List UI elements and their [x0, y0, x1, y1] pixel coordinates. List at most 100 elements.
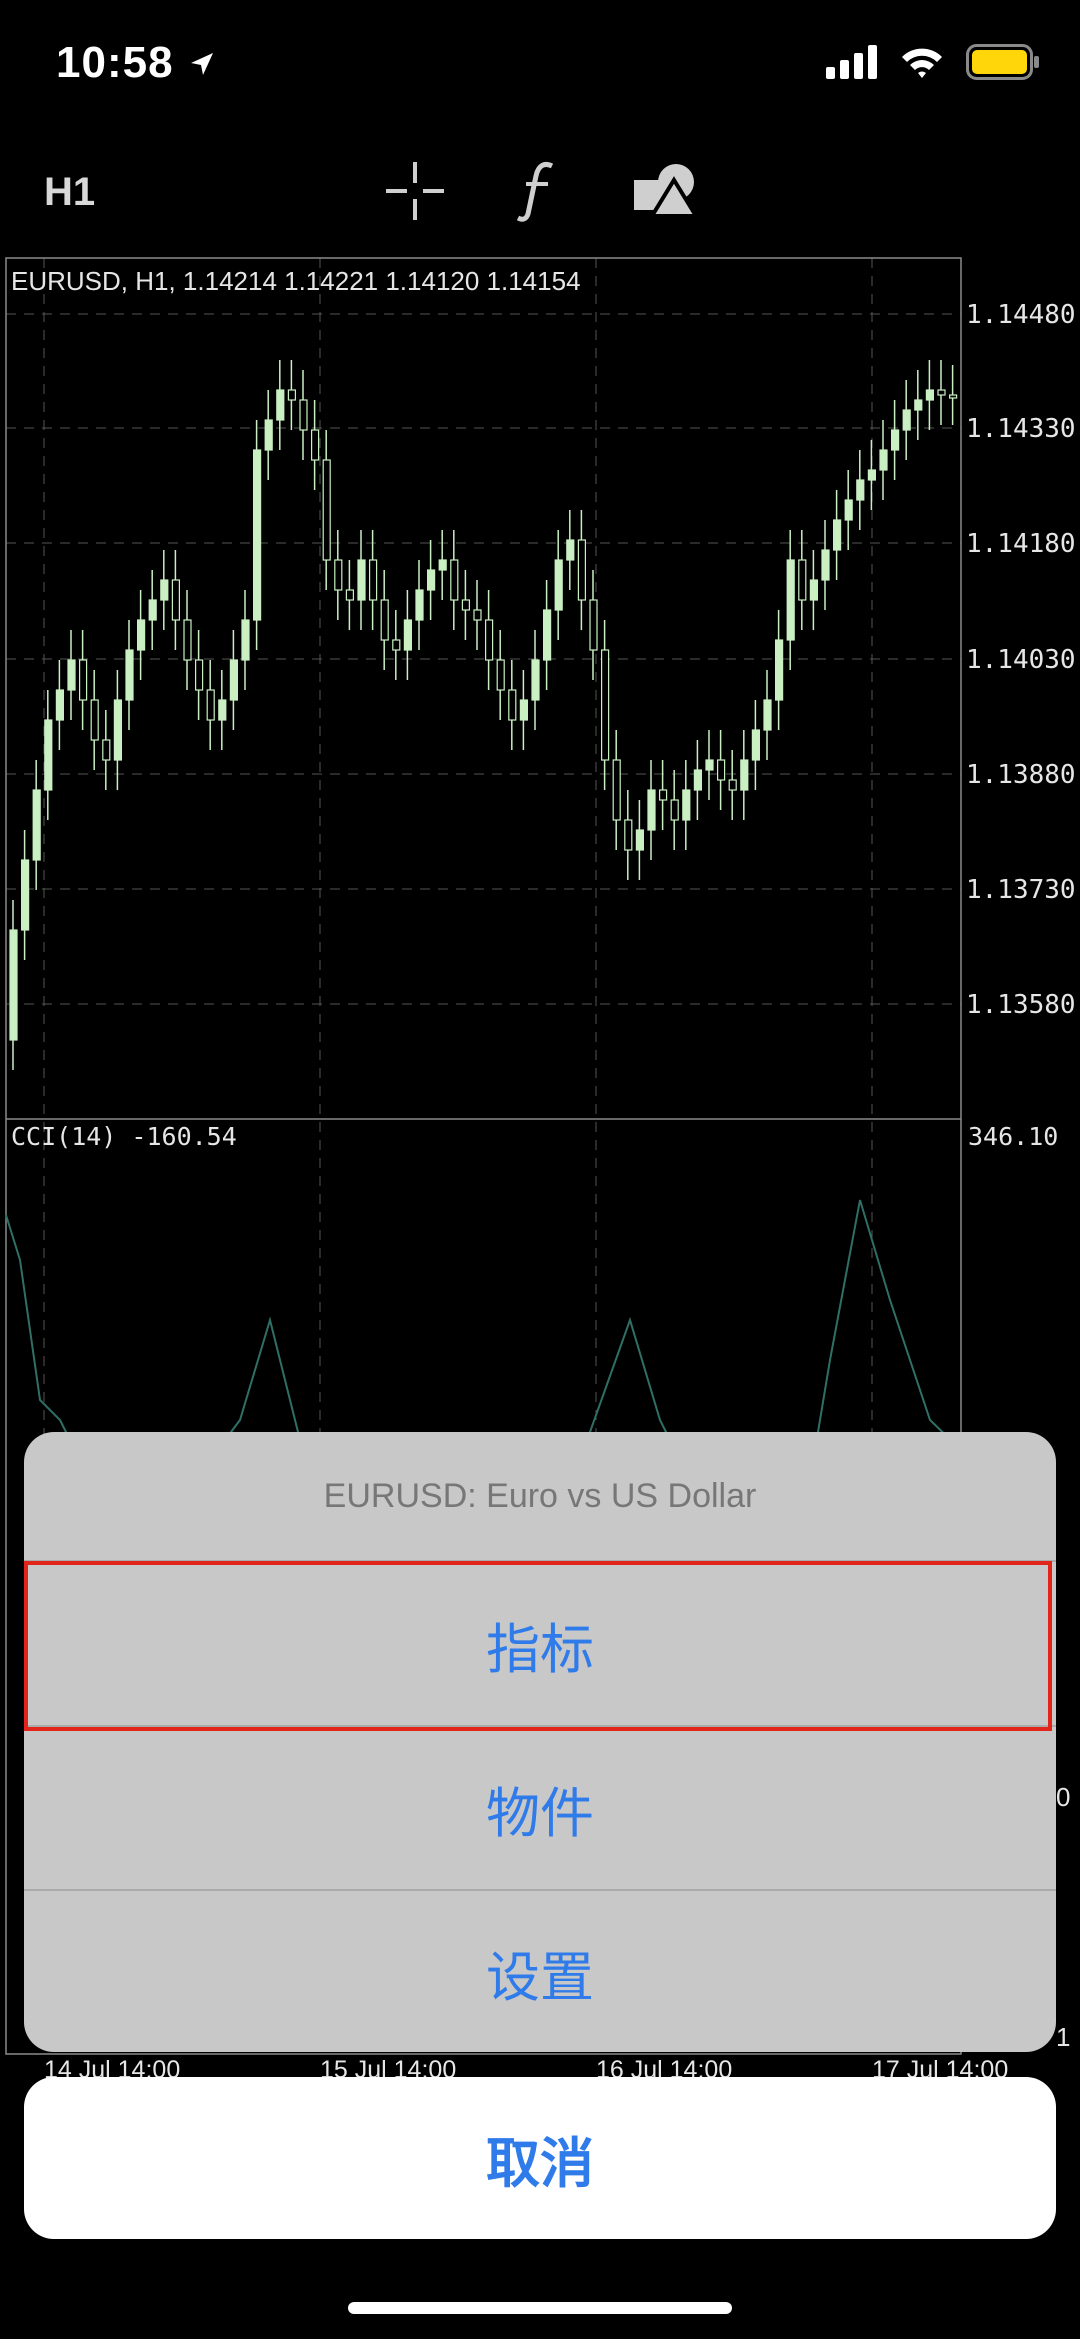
- candle-body: [125, 649, 134, 701]
- price-label: 1.13730: [966, 875, 1076, 905]
- candle-body: [160, 579, 169, 601]
- candle-body: [890, 429, 900, 451]
- candle-body: [171, 579, 180, 621]
- candle-body: [925, 389, 935, 401]
- candle-body: [612, 759, 621, 821]
- candle-body: [485, 619, 494, 661]
- candle-body: [751, 729, 761, 761]
- candle-body: [670, 799, 679, 821]
- candle-body: [137, 619, 146, 651]
- candle-body: [473, 609, 482, 621]
- candle-body: [206, 689, 215, 721]
- candle-body: [856, 479, 865, 501]
- candle-body: [809, 579, 819, 601]
- candle-body: [9, 929, 18, 1041]
- candle-body: [55, 689, 65, 721]
- status-time: 10:58: [56, 38, 217, 88]
- function-icon[interactable]: [514, 160, 560, 222]
- wifi-icon: [902, 48, 942, 78]
- candle-body: [450, 559, 459, 601]
- candle-body: [937, 389, 946, 396]
- candle-body: [821, 549, 830, 581]
- candle-body: [531, 659, 540, 701]
- candle-body: [380, 599, 389, 641]
- candle-body: [438, 559, 447, 571]
- candle-body: [90, 699, 99, 741]
- home-indicator: [348, 2302, 732, 2314]
- candle-body: [253, 449, 262, 621]
- candle-body: [542, 609, 552, 661]
- status-icons: [826, 44, 1040, 80]
- cci-max-label: 346.10: [968, 1122, 1059, 1151]
- candle-body: [102, 739, 111, 761]
- candle-body: [241, 619, 250, 661]
- candle-body: [496, 659, 505, 691]
- battery-icon: [966, 44, 1039, 80]
- action-sheet-title: EURUSD: Euro vs US Dollar: [323, 1476, 757, 1515]
- candle-body: [647, 789, 656, 831]
- candle-body: [716, 759, 726, 781]
- candle-body: [566, 539, 575, 561]
- candle-body: [287, 389, 296, 401]
- candle-body: [832, 519, 842, 551]
- candle-body: [844, 499, 853, 521]
- candle-body: [415, 589, 424, 621]
- objects-icon[interactable]: [632, 160, 698, 222]
- candle-body: [867, 469, 877, 481]
- timeframe-button[interactable]: H1: [44, 170, 95, 215]
- candle-body: [948, 394, 958, 399]
- candle-body: [554, 559, 563, 611]
- candle-body: [369, 559, 378, 601]
- objects-option[interactable]: 物件: [24, 1727, 1056, 1889]
- candle-body: [148, 599, 157, 621]
- candle-body: [183, 619, 192, 661]
- candle-body: [519, 699, 529, 721]
- candle-body: [600, 649, 610, 761]
- candle-body: [763, 699, 772, 731]
- signal-icon: [826, 45, 877, 79]
- candle-body: [786, 559, 795, 641]
- candle-body: [589, 599, 598, 651]
- price-label: 1.14030: [966, 645, 1076, 675]
- candle-body: [264, 419, 273, 451]
- candle-body: [218, 699, 227, 721]
- candle-body: [113, 699, 123, 761]
- candle-body: [229, 659, 238, 701]
- candle-body: [21, 859, 30, 931]
- candle-body: [427, 569, 436, 591]
- candle-body: [67, 659, 76, 691]
- candle-body: [774, 639, 784, 701]
- candles: [9, 360, 958, 1070]
- cancel-button[interactable]: 取消: [24, 2077, 1056, 2239]
- candle-body: [879, 449, 888, 471]
- price-label: 1.14330: [966, 414, 1076, 444]
- candle-body: [403, 619, 412, 651]
- candle-body: [322, 459, 331, 561]
- candle-body: [392, 639, 401, 651]
- candle-body: [345, 589, 354, 601]
- chart-toolbar: H1: [0, 130, 1080, 252]
- candle-body: [728, 779, 737, 791]
- price-label: 1.14180: [966, 529, 1076, 559]
- action-sheet: EURUSD: Euro vs US Dollar 指标 物件 设置: [24, 1432, 1056, 2052]
- candle-body: [624, 819, 633, 851]
- price-label: 1.14480: [966, 300, 1076, 330]
- candle-body: [299, 399, 308, 431]
- candle-body: [635, 829, 645, 851]
- candle-body: [577, 539, 587, 601]
- candle-body: [705, 759, 714, 771]
- price-label: 1.13880: [966, 760, 1076, 790]
- candle-body: [311, 429, 320, 461]
- crosshair-icon[interactable]: [384, 160, 446, 222]
- candle-body: [658, 789, 668, 801]
- cci-indicator-info: CCI(14) -160.54: [11, 1122, 237, 1151]
- candle-body: [682, 789, 691, 821]
- candle-body: [508, 689, 517, 721]
- candle-body: [740, 759, 749, 791]
- candle-body: [195, 659, 204, 691]
- candle-body: [44, 719, 53, 791]
- candle-body: [914, 399, 923, 411]
- settings-option[interactable]: 设置: [24, 1891, 1056, 2052]
- candle-body: [357, 559, 366, 601]
- candle-body: [461, 599, 470, 611]
